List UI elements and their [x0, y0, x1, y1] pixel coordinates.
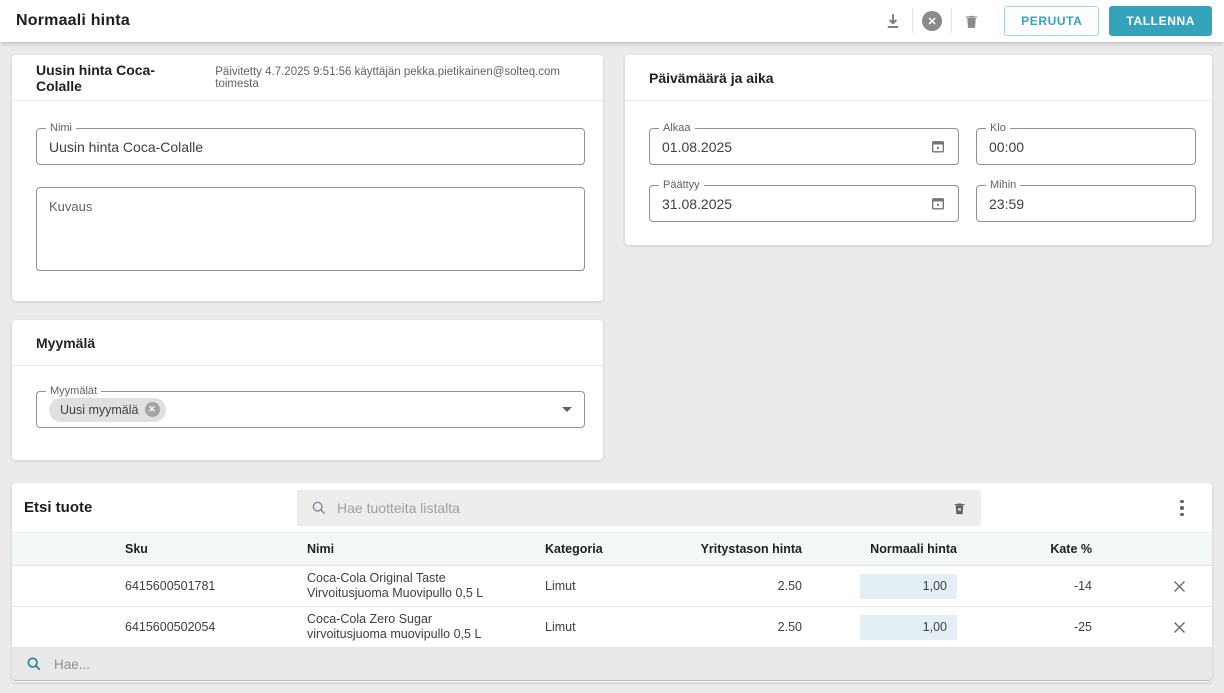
quick-search-bar	[12, 648, 1212, 681]
actions-cell	[1092, 620, 1212, 635]
normal-price-input[interactable]: 1,00	[860, 615, 957, 640]
trash-icon	[963, 12, 980, 31]
search-icon	[26, 656, 42, 672]
store-chip-label: Uusi myymälä	[60, 403, 139, 417]
category-cell: Limut	[545, 579, 657, 593]
normal-price-input[interactable]: 1,00	[860, 574, 957, 599]
product-search-card: Etsi tuote Sku Nimi Kategoria Yritystaso…	[12, 483, 1212, 682]
company-price-cell: 2.50	[657, 620, 802, 634]
margin-cell: -14	[957, 579, 1092, 593]
chip-remove-icon[interactable]: ✕	[145, 402, 160, 417]
company-price-cell: 2.50	[657, 579, 802, 593]
stores-select-label: Myymälät	[46, 385, 101, 397]
name-line1: Coca-Cola Zero Sugar	[307, 612, 545, 627]
normal-price-cell: 1,00	[802, 574, 957, 599]
datetime-card-title: Päivämäärä ja aika	[649, 70, 774, 86]
name-cell: Coca-Cola Zero Sugar virvoitusjuoma muov…	[307, 612, 545, 642]
col-margin: Kate %	[957, 542, 1092, 556]
col-company-price: Yritystason hinta	[657, 542, 802, 556]
name-line2: Virvoitusjuoma Muovipullo 0,5 L	[307, 586, 545, 601]
datetime-card-header: Päivämäärä ja aika	[625, 55, 1212, 101]
end-date-field-wrapper: Päättyy	[649, 185, 959, 222]
calendar-icon[interactable]	[930, 138, 946, 155]
name-field-wrapper: Nimi	[36, 128, 585, 165]
col-sku: Sku	[125, 542, 307, 556]
start-time-input[interactable]	[989, 139, 1183, 155]
start-date-label: Alkaa	[659, 122, 695, 134]
description-input[interactable]	[36, 187, 585, 271]
sku-cell: 6415600502054	[125, 620, 307, 634]
start-time-label: Klo	[986, 122, 1010, 134]
product-card-title: Etsi tuote	[24, 499, 92, 516]
end-time-label: Mihin	[986, 179, 1020, 191]
store-chip: Uusi myymälä ✕	[49, 398, 166, 422]
page-title: Normaali hinta	[16, 12, 130, 30]
table-row: 6415600502054 Coca-Cola Zero Sugar virvo…	[12, 607, 1212, 648]
actions-cell	[1092, 579, 1212, 594]
col-category: Kategoria	[545, 542, 657, 556]
product-search-input[interactable]	[337, 500, 952, 516]
quick-search-input[interactable]	[54, 657, 1198, 672]
stores-select[interactable]: Myymälät Uusi myymälä ✕	[36, 391, 585, 428]
clear-list-trash-icon[interactable]	[952, 500, 967, 517]
table-row: 6415600501781 Coca-Cola Original Taste V…	[12, 566, 1212, 607]
name-line1: Coca-Cola Original Taste	[307, 571, 545, 586]
cancel-circle-icon: ✕	[922, 11, 942, 31]
end-date-input[interactable]	[662, 196, 930, 212]
chevron-down-icon[interactable]	[562, 407, 572, 412]
product-search-bar	[297, 490, 981, 526]
name-cell: Coca-Cola Original Taste Virvoitusjuoma …	[307, 571, 545, 601]
price-card-title: Uusin hinta Coca-Colalle	[36, 62, 189, 94]
download-button[interactable]	[874, 6, 912, 36]
store-card-title: Myymälä	[36, 335, 95, 351]
name-line2: virvoitusjuoma muovipullo 0,5 L	[307, 627, 545, 642]
end-time-input[interactable]	[989, 196, 1183, 212]
remove-row-icon[interactable]	[1172, 579, 1187, 594]
cancel-circle-button[interactable]: ✕	[913, 6, 951, 36]
col-normal-price: Normaali hinta	[802, 542, 957, 556]
start-date-field-wrapper: Alkaa	[649, 128, 959, 165]
calendar-icon[interactable]	[930, 195, 946, 212]
end-date-label: Päättyy	[659, 179, 704, 191]
table-header-row: Sku Nimi Kategoria Yritystason hinta Nor…	[12, 533, 1212, 566]
margin-cell: -25	[957, 620, 1092, 634]
download-icon	[884, 12, 902, 30]
product-card-header: Etsi tuote	[12, 483, 1212, 533]
category-cell: Limut	[545, 620, 657, 634]
name-input[interactable]	[49, 139, 572, 155]
price-card-header: Uusin hinta Coca-Colalle Päivitetty 4.7.…	[12, 55, 603, 101]
updated-info-text: Päivitetty 4.7.2025 9:51:56 käyttäjän pe…	[215, 66, 579, 90]
delete-button[interactable]	[952, 6, 990, 36]
normal-price-cell: 1,00	[802, 615, 957, 640]
datetime-card: Päivämäärä ja aika Alkaa Klo Päättyy Mih…	[625, 55, 1212, 245]
save-button[interactable]: TALLENNA	[1109, 6, 1212, 36]
name-field-label: Nimi	[46, 122, 76, 134]
search-icon	[311, 500, 327, 516]
app-bar: Normaali hinta ✕ PERUUTA TALLENNA	[0, 0, 1224, 42]
sku-cell: 6415600501781	[125, 579, 307, 593]
remove-row-icon[interactable]	[1172, 620, 1187, 635]
col-name: Nimi	[307, 542, 545, 556]
start-date-input[interactable]	[662, 139, 930, 155]
price-info-card: Uusin hinta Coca-Colalle Päivitetty 4.7.…	[12, 55, 603, 301]
store-card-header: Myymälä	[12, 320, 603, 366]
end-time-field-wrapper: Mihin	[976, 185, 1196, 222]
start-time-field-wrapper: Klo	[976, 128, 1196, 165]
cancel-button[interactable]: PERUUTA	[1004, 6, 1099, 36]
more-options-icon[interactable]	[1174, 497, 1190, 519]
store-card: Myymälä Myymälät Uusi myymälä ✕	[12, 320, 603, 460]
